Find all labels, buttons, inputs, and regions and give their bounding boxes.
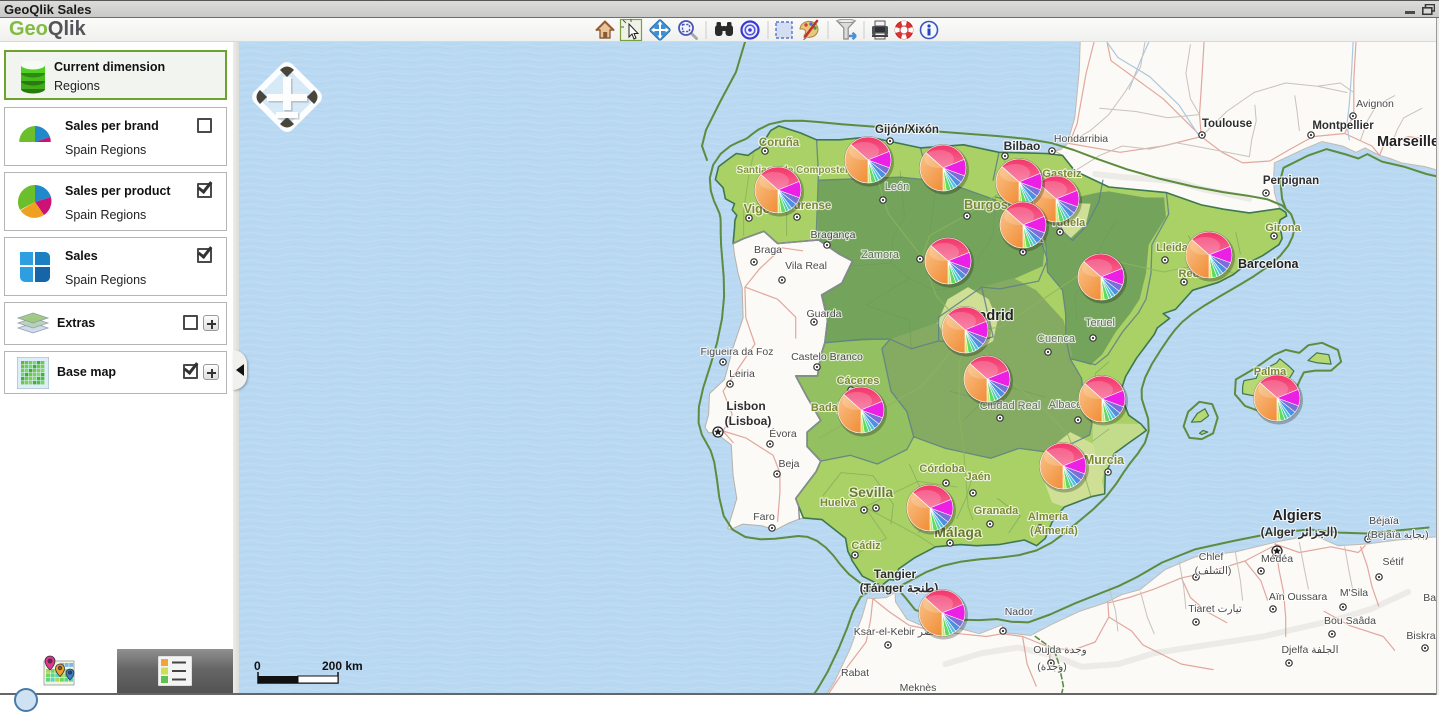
svg-text:Rabat: Rabat [841, 667, 869, 679]
svg-text:Guarda: Guarda [806, 308, 841, 320]
svg-text:Zamora: Zamora [861, 249, 900, 261]
svg-text:Castelo Branco: Castelo Branco [791, 351, 863, 363]
svg-text:Aïn Oussara: Aïn Oussara [1269, 591, 1328, 603]
svg-text:Chlef: Chlef [1199, 551, 1224, 563]
svg-text:Córdoba: Córdoba [919, 463, 965, 475]
svg-text:Béjaïa: Béjaïa [1369, 515, 1399, 527]
svg-text:Faro: Faro [753, 511, 775, 523]
svg-text:Beja: Beja [778, 458, 799, 470]
svg-text:Bou Saâda: Bou Saâda [1324, 615, 1376, 627]
svg-text:Leiria: Leiria [729, 368, 755, 380]
svg-text:Vila Real: Vila Real [785, 260, 827, 272]
svg-text:Perpignan: Perpignan [1263, 175, 1319, 187]
svg-text:Sevilla: Sevilla [849, 484, 894, 500]
svg-text:(الشلف): (الشلف) [1195, 565, 1232, 577]
svg-text:0: 0 [254, 659, 261, 673]
svg-text:Algiers: Algiers [1272, 508, 1321, 524]
svg-text:Toulouse: Toulouse [1202, 118, 1252, 130]
svg-text:Cáceres: Cáceres [837, 375, 880, 387]
svg-text:Oujda وجدة: Oujda وجدة [1033, 644, 1087, 656]
svg-text:Cuenca: Cuenca [1037, 333, 1076, 345]
svg-text:Jaén: Jaén [965, 471, 990, 483]
svg-text:Coruña: Coruña [759, 137, 800, 149]
svg-text:Girona: Girona [1265, 222, 1301, 234]
svg-text:León: León [885, 181, 909, 193]
svg-text:Tangier: Tangier [874, 567, 917, 581]
svg-text:Hondarribia: Hondarribia [1054, 133, 1108, 145]
svg-text:Barcelona: Barcelona [1238, 257, 1299, 271]
svg-text:Granada: Granada [974, 505, 1020, 517]
svg-text:200 km: 200 km [322, 659, 363, 673]
svg-text:(Bejaïa بجاية): (Bejaïa بجاية) [1367, 529, 1428, 541]
svg-text:Murcia: Murcia [1084, 453, 1125, 467]
svg-text:(Tánger طنجة): (Tánger طنجة) [860, 581, 939, 595]
svg-text:Bragança: Bragança [811, 229, 856, 241]
svg-text:Teruel: Teruel [1085, 317, 1115, 329]
svg-text:(وجدة): (وجدة) [1037, 661, 1067, 673]
svg-text:Almería: Almería [1028, 511, 1069, 523]
svg-text:(Almería): (Almería) [1030, 525, 1078, 537]
svg-text:Lleida: Lleida [1156, 242, 1189, 254]
svg-text:Figueira da Foz: Figueira da Foz [701, 346, 774, 358]
svg-text:Gijón/Xixón: Gijón/Xixón [875, 124, 939, 136]
svg-text:Sétif: Sétif [1382, 556, 1403, 568]
svg-text:Braga: Braga [754, 244, 782, 256]
svg-text:Bilbao: Bilbao [1004, 139, 1041, 153]
svg-text:Tiaret تيارت: Tiaret تيارت [1188, 603, 1242, 615]
svg-text:Biskra: Biskra [1406, 630, 1435, 642]
svg-text:Nador: Nador [1005, 606, 1034, 618]
svg-text:Burgos: Burgos [964, 198, 1008, 212]
svg-text:(Lisboa): (Lisboa) [725, 414, 772, 428]
svg-text:Évora: Évora [769, 427, 797, 440]
svg-text:Médéa: Médéa [1261, 553, 1293, 565]
svg-text:Lisbon: Lisbon [726, 399, 765, 413]
svg-text:(Alger الجزائر): (Alger الجزائر) [1261, 525, 1338, 540]
svg-text:M'Sila: M'Sila [1340, 587, 1368, 599]
svg-text:Montpellier: Montpellier [1312, 120, 1374, 132]
svg-text:Marseille: Marseille [1377, 134, 1439, 150]
svg-text:Avignon: Avignon [1356, 98, 1394, 110]
svg-text:Cádiz: Cádiz [851, 540, 881, 552]
svg-text:Djelfa الجلفة: Djelfa الجلفة [1281, 644, 1338, 656]
